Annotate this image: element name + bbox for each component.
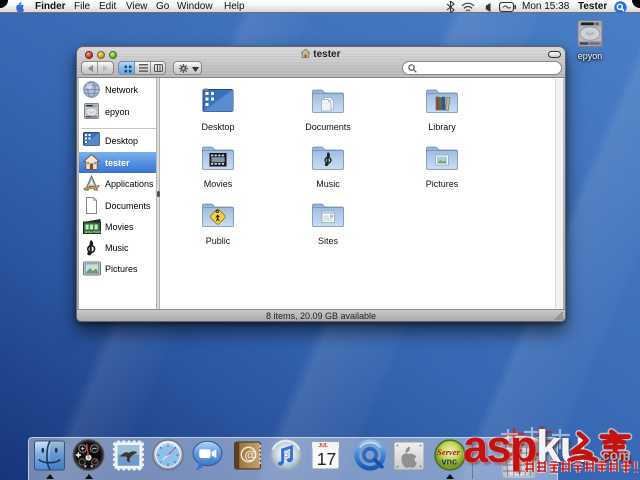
svg-text:17: 17: [317, 449, 337, 469]
svg-text:@: @: [244, 448, 256, 462]
svg-text:HOLLYWOOD: HOLLYWOOD: [85, 230, 101, 234]
